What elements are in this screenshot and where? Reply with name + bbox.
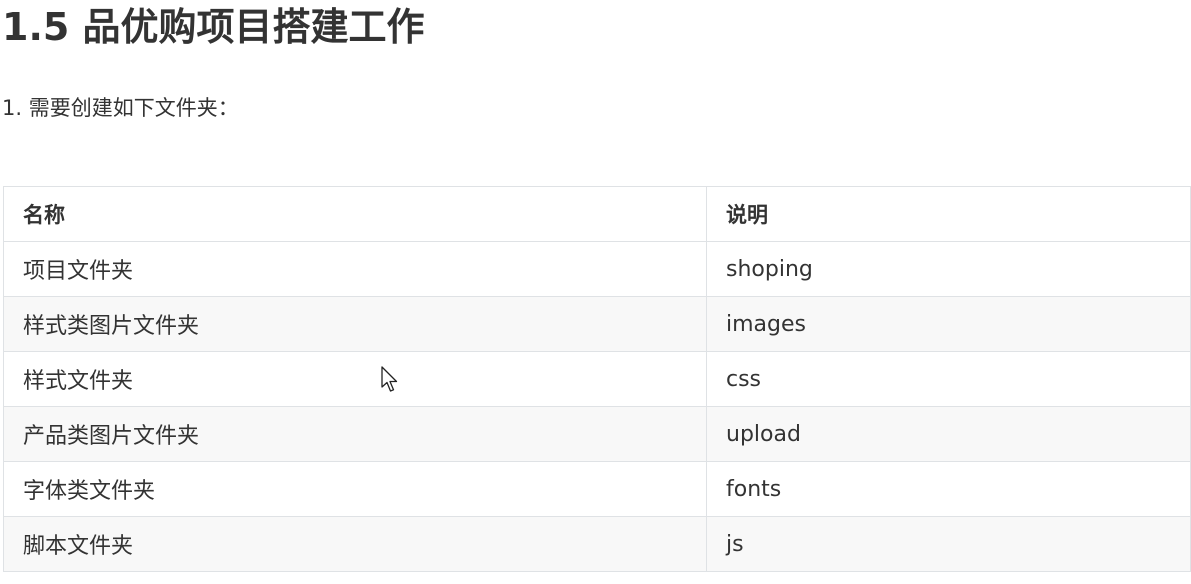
table-row: 样式文件夹 css: [3, 351, 1191, 407]
folder-desc-cell: upload: [706, 406, 1191, 462]
table-row: 脚本文件夹 js: [3, 516, 1191, 572]
header-name: 名称: [3, 186, 707, 242]
folder-name-cell: 字体类文件夹: [3, 461, 707, 517]
table-row: 产品类图片文件夹 upload: [3, 406, 1191, 462]
folder-name-cell: 样式类图片文件夹: [3, 296, 707, 352]
folder-name-cell: 样式文件夹: [3, 351, 707, 407]
page-title: 1.5 品优购项目搭建工作: [2, 5, 425, 49]
header-description: 说明: [706, 186, 1191, 242]
folder-desc-cell: fonts: [706, 461, 1191, 517]
folder-desc-cell: images: [706, 296, 1191, 352]
folder-desc-cell: js: [706, 516, 1191, 572]
folder-name-cell: 产品类图片文件夹: [3, 406, 707, 462]
folder-desc-cell: css: [706, 351, 1191, 407]
folder-name-cell: 脚本文件夹: [3, 516, 707, 572]
table-row: 项目文件夹 shoping: [3, 241, 1191, 297]
folder-name-cell: 项目文件夹: [3, 241, 707, 297]
table-header-row: 名称 说明: [3, 186, 1191, 242]
table-row: 字体类文件夹 fonts: [3, 461, 1191, 517]
table-row: 样式类图片文件夹 images: [3, 296, 1191, 352]
intro-text: 1. 需要创建如下文件夹：: [2, 96, 239, 120]
folder-desc-cell: shoping: [706, 241, 1191, 297]
folder-table: 名称 说明 项目文件夹 shoping 样式类图片文件夹 images 样式文件…: [3, 186, 1191, 572]
folder-table-container: 名称 说明 项目文件夹 shoping 样式类图片文件夹 images 样式文件…: [3, 186, 1191, 572]
